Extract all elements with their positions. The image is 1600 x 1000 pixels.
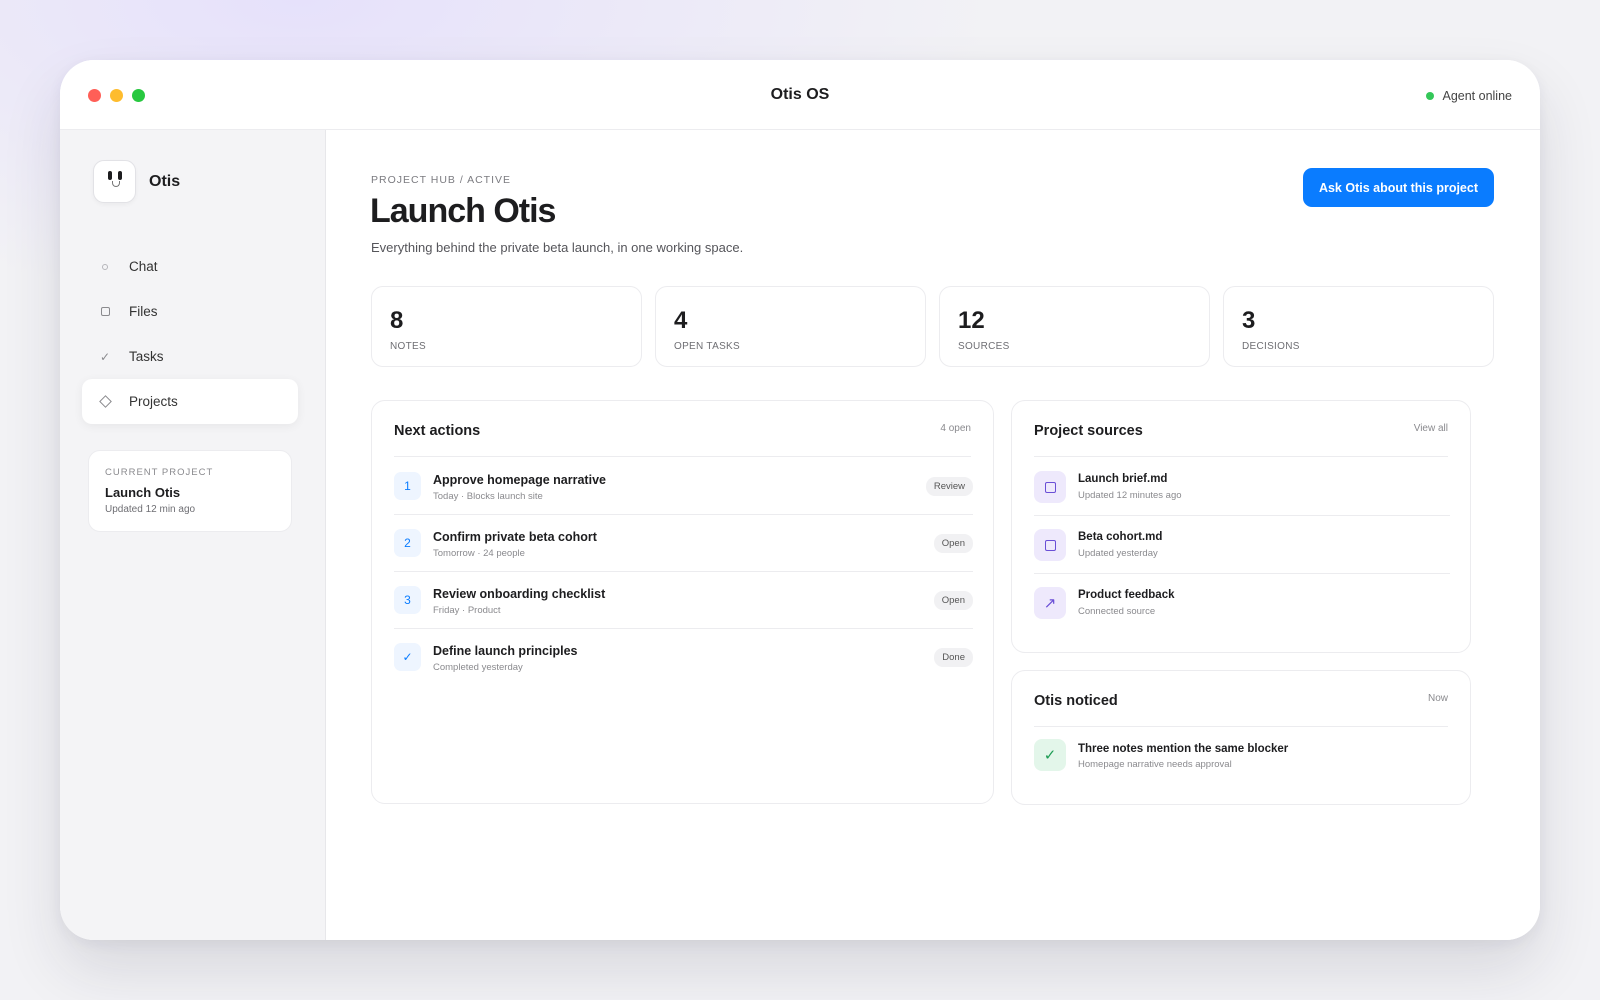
source-item[interactable]: Launch brief.md Updated 12 minutes ago [1034, 458, 1450, 516]
agent-status-label: Agent online [1442, 89, 1512, 103]
source-subtitle: Updated 12 minutes ago [1078, 490, 1182, 501]
stat-value: 12 [958, 307, 985, 334]
stats-row: 8 Notes 4 Open tasks 12 Sources 3 Decisi… [371, 286, 1494, 367]
stat-card-sources[interactable]: 12 Sources [939, 286, 1210, 367]
sidebar-item-label: Chat [129, 259, 158, 274]
agent-status: Agent online [1426, 89, 1512, 103]
project-sources-panel: Project sources View all Launch brief.md… [1011, 400, 1471, 653]
current-project-name: Launch Otis [105, 485, 181, 500]
action-title: Confirm private beta cohort [433, 530, 597, 544]
action-title: Review onboarding checklist [433, 587, 606, 601]
app-window: Otis OS Agent online Otis Chat Files ✓ T [60, 60, 1540, 940]
action-number: 3 [394, 586, 421, 614]
current-project-card[interactable]: Current project Launch Otis Updated 12 m… [88, 450, 292, 532]
source-subtitle: Updated yesterday [1078, 548, 1158, 559]
status-badge: Open [933, 534, 973, 553]
page-subtitle: Everything behind the private beta launc… [371, 240, 744, 255]
sidebar-item-label: Files [129, 304, 158, 319]
action-title: Define launch principles [433, 644, 578, 658]
window-title: Otis OS [770, 86, 830, 103]
action-item[interactable]: ✓ Define launch principles Completed yes… [394, 629, 973, 686]
brand: Otis [93, 160, 180, 203]
action-item[interactable]: 3 Review onboarding checklist Friday · P… [394, 572, 973, 629]
action-subtitle: Today · Blocks launch site [433, 491, 543, 502]
stat-card-decisions[interactable]: 3 Decisions [1223, 286, 1494, 367]
sidebar-item-tasks[interactable]: ✓ Tasks [82, 334, 298, 379]
panel-header: Otis noticed Now [1034, 693, 1448, 727]
sidebar-item-files[interactable]: Files [82, 289, 298, 334]
stat-card-open-tasks[interactable]: 4 Open tasks [655, 286, 926, 367]
source-subtitle: Connected source [1078, 606, 1156, 617]
noticed-item[interactable]: ✓ Three notes mention the same blocker H… [1034, 739, 1450, 779]
otis-logo-icon [93, 160, 136, 203]
arrow-up-right-icon: ↗ [1034, 587, 1066, 619]
main-content: Project hub / Active Launch Otis Everyth… [326, 130, 1540, 940]
action-subtitle: Completed yesterday [433, 662, 523, 673]
stat-label: Open tasks [674, 341, 740, 352]
stat-label: Sources [958, 341, 1010, 352]
action-title: Approve homepage narrative [433, 473, 606, 487]
source-title: Product feedback [1078, 589, 1175, 601]
action-subtitle: Friday · Product [433, 605, 501, 616]
sidebar: Otis Chat Files ✓ Tasks Projects Current… [60, 130, 326, 940]
otis-noticed-panel: Otis noticed Now ✓ Three notes mention t… [1011, 670, 1471, 805]
title-bar: Otis OS Agent online [60, 60, 1540, 130]
stat-value: 8 [390, 307, 404, 334]
diamond-icon [98, 395, 112, 408]
check-icon: ✓ [99, 349, 111, 364]
view-all-link[interactable]: View all [1414, 423, 1448, 434]
check-icon: ✓ [394, 643, 421, 671]
file-square-icon [99, 306, 111, 318]
action-item[interactable]: 1 Approve homepage narrative Today · Blo… [394, 458, 973, 515]
panel-header: Next actions 4 open [394, 423, 971, 457]
sidebar-item-projects[interactable]: Projects [82, 379, 298, 424]
file-icon [1034, 529, 1066, 561]
chat-circle-icon [99, 261, 111, 273]
next-actions-title: Next actions [394, 423, 481, 439]
stat-card-notes[interactable]: 8 Notes [371, 286, 642, 367]
breadcrumb: Project hub / Active [371, 174, 511, 186]
stat-value: 3 [1242, 307, 1256, 334]
sidebar-item-label: Projects [129, 394, 178, 409]
noticed-title: Three notes mention the same blocker [1078, 743, 1289, 755]
sidebar-item-label: Tasks [129, 349, 164, 364]
stat-label: Decisions [1242, 341, 1300, 352]
stat-label: Notes [390, 341, 426, 352]
source-title: Beta cohort.md [1078, 531, 1163, 543]
stat-value: 4 [674, 307, 688, 334]
status-badge: Open [933, 591, 973, 610]
current-project-label: Current project [105, 467, 214, 478]
brand-name: Otis [149, 172, 181, 190]
action-number: 1 [394, 472, 421, 500]
sidebar-nav: Chat Files ✓ Tasks Projects [82, 244, 298, 424]
noticed-subtitle: Homepage narrative needs approval [1078, 759, 1232, 770]
check-icon: ✓ [1034, 739, 1066, 771]
source-item[interactable]: Beta cohort.md Updated yesterday [1034, 516, 1450, 574]
otis-noticed-time: Now [1427, 693, 1448, 704]
status-badge: Done [934, 648, 973, 667]
sidebar-item-chat[interactable]: Chat [82, 244, 298, 289]
source-item[interactable]: ↗ Product feedback Connected source [1034, 574, 1450, 632]
panel-header: Project sources View all [1034, 423, 1448, 457]
action-number: 2 [394, 529, 421, 557]
status-dot-icon [1426, 92, 1435, 100]
action-item[interactable]: 2 Confirm private beta cohort Tomorrow ·… [394, 515, 973, 572]
project-sources-title: Project sources [1034, 423, 1143, 439]
ask-otis-button[interactable]: Ask Otis about this project [1302, 168, 1494, 207]
next-actions-count: 4 open [940, 423, 971, 434]
source-title: Launch brief.md [1078, 473, 1168, 485]
next-actions-panel: Next actions 4 open 1 Approve homepage n… [371, 400, 994, 804]
action-subtitle: Tomorrow · 24 people [433, 548, 525, 559]
page-title: Launch Otis [370, 192, 556, 230]
status-badge: Review [925, 477, 973, 496]
file-icon [1034, 471, 1066, 503]
otis-noticed-title: Otis noticed [1034, 693, 1118, 709]
current-project-updated: Updated 12 min ago [105, 504, 196, 515]
